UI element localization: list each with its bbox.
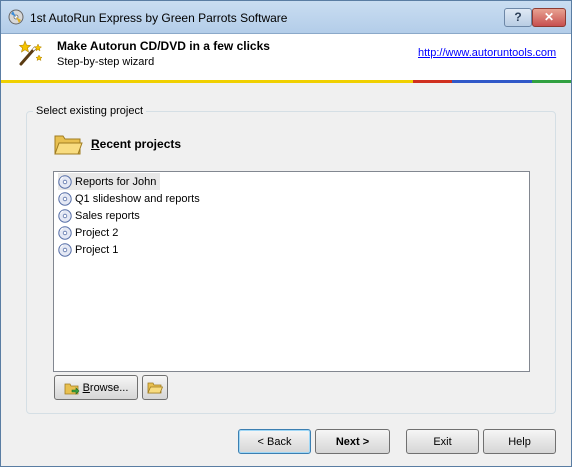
help-title-button[interactable]: ? [504,8,532,27]
browse-button[interactable]: Browse... [54,375,138,400]
cd-project-icon [58,174,72,189]
browse-label-mnemonic: B [82,381,90,394]
list-item-label: Project 1 [75,243,119,256]
list-item[interactable]: Reports for John [58,173,161,190]
cd-project-icon [58,191,72,206]
open-folder-icon [147,382,163,393]
recent-label-rest: ecent projects [99,137,182,151]
list-item[interactable]: Project 2 [58,224,122,241]
cd-project-icon [58,242,72,257]
list-item-label: Sales reports [75,209,140,222]
list-item[interactable]: Project 1 [58,241,122,258]
cd-project-icon [58,225,72,240]
back-button[interactable]: < Back [238,429,311,454]
color-bar-blue [452,80,532,83]
cd-project-icon [58,208,72,223]
color-bar-red [413,80,452,83]
title-bar[interactable]: 1st AutoRun Express by Green Parrots Sof… [1,1,571,34]
color-bar-green [532,80,571,83]
list-item[interactable]: Q1 slideshow and reports [58,190,204,207]
website-link[interactable]: http://www.autoruntools.com [418,47,556,59]
help-button[interactable]: Help [483,429,556,454]
wizard-header: Make Autorun CD/DVD in a few clicks Step… [1,34,571,80]
next-button[interactable]: Next > [315,429,390,454]
browse-folder-icon [64,383,79,395]
folder-icon [54,135,83,155]
recent-projects-list[interactable]: Reports for John Q1 slideshow and report… [53,171,530,372]
window-title: 1st AutoRun Express by Green Parrots Sof… [30,11,288,25]
open-folder-button[interactable] [142,375,168,400]
magic-wand-icon [18,40,43,66]
group-legend: Select existing project [33,105,146,117]
list-item-label: Reports for John [75,175,157,188]
list-item-label: Project 2 [75,226,119,239]
exit-button[interactable]: Exit [406,429,479,454]
list-item-label: Q1 slideshow and reports [75,192,200,205]
header-subtitle: Step-by-step wizard [57,56,155,68]
list-item[interactable]: Sales reports [58,207,144,224]
header-title: Make Autorun CD/DVD in a few clicks [57,39,270,53]
color-bar-yellow [1,80,413,83]
header-color-bar [1,80,571,83]
recent-label-mnemonic: R [91,137,100,151]
close-button[interactable]: ✕ [532,8,566,27]
browse-label-rest: rowse... [89,381,129,394]
recent-projects-label: Recent projects [91,137,181,151]
autorun-cd-icon [8,9,24,25]
wizard-window: 1st AutoRun Express by Green Parrots Sof… [0,0,572,467]
